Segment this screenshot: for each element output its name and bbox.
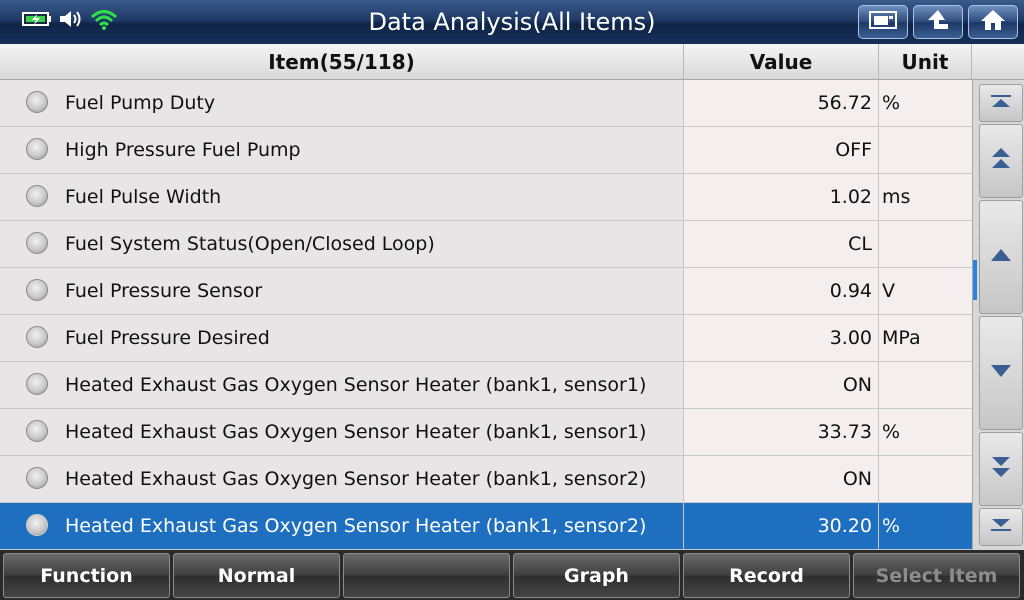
screenshot-icon xyxy=(868,9,898,35)
unit-cell xyxy=(879,127,972,173)
radio-button[interactable] xyxy=(26,91,48,113)
item-label: Fuel System Status(Open/Closed Loop) xyxy=(65,233,435,255)
scroll-panel xyxy=(972,80,1024,550)
value-cell: 33.73 xyxy=(684,409,879,455)
item-cell: Fuel System Status(Open/Closed Loop) xyxy=(0,221,684,267)
item-label: Fuel Pulse Width xyxy=(65,186,222,208)
value-cell: CL xyxy=(684,221,879,267)
unit-cell xyxy=(879,221,972,267)
table-row[interactable]: Heated Exhaust Gas Oxygen Sensor Heater … xyxy=(0,456,972,503)
radio-button[interactable] xyxy=(26,326,48,348)
radio-button[interactable] xyxy=(26,138,48,160)
item-label: Heated Exhaust Gas Oxygen Sensor Heater … xyxy=(65,468,647,490)
unit-cell: % xyxy=(879,503,972,549)
item-label: Heated Exhaust Gas Oxygen Sensor Heater … xyxy=(65,421,647,443)
radio-button[interactable] xyxy=(26,373,48,395)
item-cell: High Pressure Fuel Pump xyxy=(0,127,684,173)
item-cell: Fuel Pulse Width xyxy=(0,174,684,220)
table-row[interactable]: High Pressure Fuel Pump OFF xyxy=(0,127,972,174)
radio-button[interactable] xyxy=(26,514,48,536)
value-cell: 1.02 xyxy=(684,174,879,220)
unit-cell: ms xyxy=(879,174,972,220)
empty-button[interactable] xyxy=(343,553,510,598)
line-down-icon xyxy=(989,362,1013,384)
table-row[interactable]: Fuel Pump Duty 56.72 % xyxy=(0,80,972,127)
page-up-button[interactable] xyxy=(979,124,1023,198)
radio-button[interactable] xyxy=(26,232,48,254)
back-arrow-icon xyxy=(924,8,952,36)
item-label: Fuel Pressure Desired xyxy=(65,327,270,349)
graph-button[interactable]: Graph xyxy=(513,553,680,598)
item-cell: Heated Exhaust Gas Oxygen Sensor Heater … xyxy=(0,503,684,549)
scroll-top-icon xyxy=(989,92,1013,114)
item-cell: Fuel Pump Duty xyxy=(0,80,684,126)
unit-cell: MPa xyxy=(879,315,972,361)
value-cell: 3.00 xyxy=(684,315,879,361)
page-down-button[interactable] xyxy=(979,432,1023,506)
item-label: High Pressure Fuel Pump xyxy=(65,139,301,161)
unit-cell xyxy=(879,456,972,502)
column-header-unit: Unit xyxy=(879,44,972,79)
scroll-position-indicator[interactable] xyxy=(973,260,977,300)
function-button[interactable]: Function xyxy=(3,553,170,598)
line-up-button[interactable] xyxy=(979,200,1023,314)
value-cell: 56.72 xyxy=(684,80,879,126)
value-cell: ON xyxy=(684,456,879,502)
home-icon xyxy=(979,8,1007,36)
table-row-selected[interactable]: Heated Exhaust Gas Oxygen Sensor Heater … xyxy=(0,503,972,550)
unit-cell: V xyxy=(879,268,972,314)
table-row[interactable]: Fuel Pressure Desired 3.00 MPa xyxy=(0,315,972,362)
page-up-icon xyxy=(989,146,1013,176)
table-row[interactable]: Heated Exhaust Gas Oxygen Sensor Heater … xyxy=(0,409,972,456)
item-label: Heated Exhaust Gas Oxygen Sensor Heater … xyxy=(65,515,647,537)
item-cell: Heated Exhaust Gas Oxygen Sensor Heater … xyxy=(0,362,684,408)
line-up-icon xyxy=(989,246,1013,268)
table-row[interactable]: Fuel Pressure Sensor 0.94 V xyxy=(0,268,972,315)
column-header-item[interactable]: Item(55/118) xyxy=(0,44,684,79)
line-down-button[interactable] xyxy=(979,316,1023,430)
item-label: Fuel Pressure Sensor xyxy=(65,280,263,302)
page-down-icon xyxy=(989,454,1013,484)
select-item-button: Select Item xyxy=(853,553,1020,598)
record-button[interactable]: Record xyxy=(683,553,850,598)
data-list: Fuel Pump Duty 56.72 % High Pressure Fue… xyxy=(0,80,972,550)
unit-cell: % xyxy=(879,80,972,126)
item-cell: Fuel Pressure Desired xyxy=(0,315,684,361)
item-label: Heated Exhaust Gas Oxygen Sensor Heater … xyxy=(65,374,647,396)
unit-cell: % xyxy=(879,409,972,455)
table-row[interactable]: Fuel System Status(Open/Closed Loop) CL xyxy=(0,221,972,268)
screenshot-button[interactable] xyxy=(858,5,908,39)
value-cell: 30.20 xyxy=(684,503,879,549)
radio-button[interactable] xyxy=(26,185,48,207)
scroll-bottom-button[interactable] xyxy=(979,508,1023,546)
title-bar: Data Analysis(All Items) xyxy=(0,0,1024,44)
column-header-value: Value xyxy=(684,44,879,79)
unit-cell xyxy=(879,362,972,408)
function-bar: Function Normal Graph Record Select Item xyxy=(0,550,1024,600)
item-cell: Fuel Pressure Sensor xyxy=(0,268,684,314)
value-cell: OFF xyxy=(684,127,879,173)
back-button[interactable] xyxy=(913,5,963,39)
table-row[interactable]: Fuel Pulse Width 1.02 ms xyxy=(0,174,972,221)
radio-button[interactable] xyxy=(26,467,48,489)
home-button[interactable] xyxy=(968,5,1018,39)
item-cell: Heated Exhaust Gas Oxygen Sensor Heater … xyxy=(0,409,684,455)
scroll-bottom-icon xyxy=(989,516,1013,538)
scroll-top-button[interactable] xyxy=(979,84,1023,122)
normal-button[interactable]: Normal xyxy=(173,553,340,598)
value-cell: 0.94 xyxy=(684,268,879,314)
value-cell: ON xyxy=(684,362,879,408)
item-label: Fuel Pump Duty xyxy=(65,92,216,114)
table-header: Item(55/118) Value Unit xyxy=(0,44,1024,80)
radio-button[interactable] xyxy=(26,279,48,301)
table-row[interactable]: Heated Exhaust Gas Oxygen Sensor Heater … xyxy=(0,362,972,409)
item-cell: Heated Exhaust Gas Oxygen Sensor Heater … xyxy=(0,456,684,502)
radio-button[interactable] xyxy=(26,420,48,442)
